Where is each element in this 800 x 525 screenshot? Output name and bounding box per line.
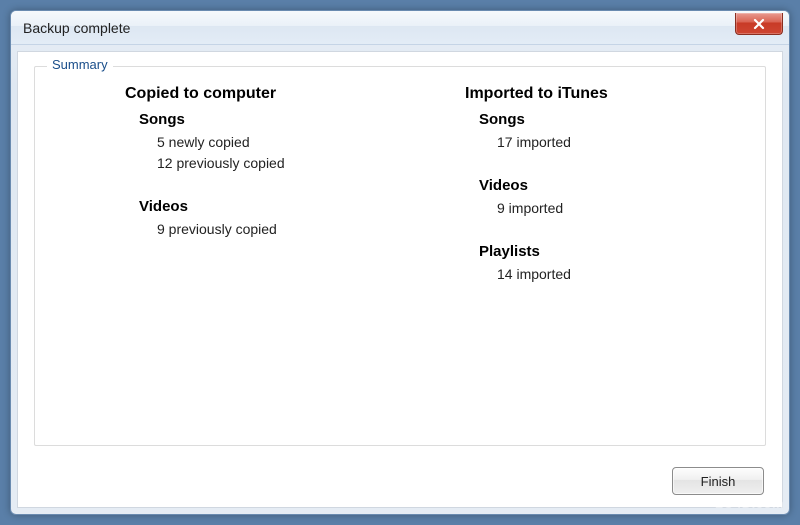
copied-heading: Copied to computer xyxy=(125,85,405,103)
dialog-window: Backup complete Summary Copied to comput… xyxy=(10,10,790,515)
imported-videos-count: 9 imported xyxy=(465,198,745,219)
imported-songs-category: Songs 17 imported xyxy=(465,111,745,153)
copied-songs-title: Songs xyxy=(125,111,405,128)
group-label: Summary xyxy=(47,57,113,72)
copied-videos-previously: 9 previously copied xyxy=(125,219,405,240)
close-icon xyxy=(753,18,765,30)
imported-songs-title: Songs xyxy=(465,111,745,128)
imported-songs-count: 17 imported xyxy=(465,132,745,153)
copied-videos-category: Videos 9 previously copied xyxy=(125,198,405,240)
imported-heading: Imported to iTunes xyxy=(465,85,745,103)
imported-column: Imported to iTunes Songs 17 imported Vid… xyxy=(445,85,745,309)
imported-videos-category: Videos 9 imported xyxy=(465,177,745,219)
copied-songs-category: Songs 5 newly copied 12 previously copie… xyxy=(125,111,405,174)
copied-videos-title: Videos xyxy=(125,198,405,215)
client-area: Summary Copied to computer Songs 5 newly… xyxy=(17,51,783,508)
copied-songs-previously: 12 previously copied xyxy=(125,153,405,174)
window-title: Backup complete xyxy=(23,20,130,36)
imported-playlists-title: Playlists xyxy=(465,243,745,260)
copied-column: Copied to computer Songs 5 newly copied … xyxy=(55,85,405,309)
copied-songs-newly: 5 newly copied xyxy=(125,132,405,153)
titlebar[interactable]: Backup complete xyxy=(11,11,789,45)
finish-button[interactable]: Finish xyxy=(672,467,764,495)
imported-playlists-count: 14 imported xyxy=(465,264,745,285)
imported-videos-title: Videos xyxy=(465,177,745,194)
summary-group: Summary Copied to computer Songs 5 newly… xyxy=(34,66,766,446)
summary-columns: Copied to computer Songs 5 newly copied … xyxy=(55,81,745,309)
imported-playlists-category: Playlists 14 imported xyxy=(465,243,745,285)
close-button[interactable] xyxy=(735,13,783,35)
